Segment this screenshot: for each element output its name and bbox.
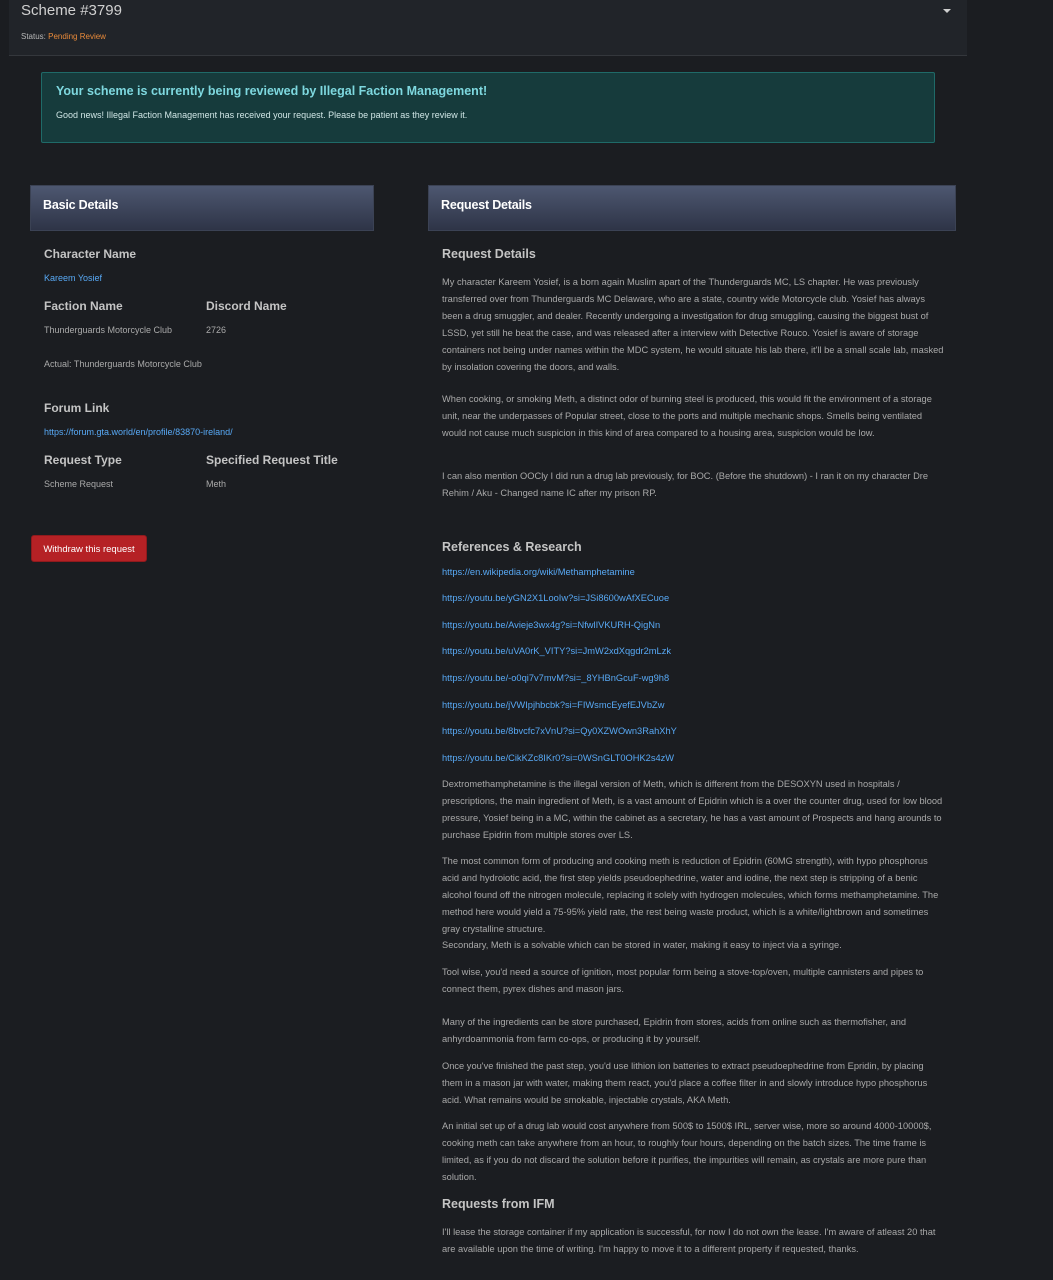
specified-title-value: Meth [206,479,227,489]
references-p3: Tool wise, you'd need a source of igniti… [442,967,924,994]
reference-link[interactable]: https://youtu.be/Avieje3wx4g?si=NfwlIVKU… [442,620,660,630]
reference-link[interactable]: https://youtu.be/CikKZc8IKr0?si=0WSnGLT0… [442,753,674,763]
reference-link[interactable]: https://youtu.be/uVA0rK_VITY?si=JmW2xdXq… [442,646,671,656]
request-details-header: Request Details [428,185,956,231]
basic-details-header: Basic Details [30,185,374,231]
reference-link[interactable]: https://youtu.be/-o0qi7v7mvM?si=_8YHBnGc… [442,673,669,683]
request-details-p3: I can also mention OOCly I did run a dru… [442,471,929,498]
references-p1: Dextromethamphetamine is the illegal ver… [442,779,943,840]
reference-link[interactable]: https://en.wikipedia.org/wiki/Methamphet… [442,567,635,577]
faction-actual-value: Actual: Thunderguards Motorcycle Club [44,359,202,369]
request-details-p2: When cooking, or smoking Meth, a distinc… [442,394,932,438]
ifm-requests-title: Requests from IFM [442,1197,555,1211]
character-name-label: Character Name [44,247,137,261]
request-details-p1: My character Kareem Yosief, is a born ag… [442,277,944,372]
references-p4: Many of the ingredients can be store pur… [442,1017,907,1044]
request-type-label: Request Type [44,453,122,467]
scheme-header: Scheme #3799 Status: Pending Review [9,0,967,56]
forum-link[interactable]: https://forum.gta.world/en/profile/83870… [44,424,233,441]
request-details-title: Request Details [442,247,536,261]
references-p2: The most common form of producing and co… [442,856,939,934]
discord-name-label: Discord Name [206,299,287,313]
status-line: Status: Pending Review [21,32,106,41]
chevron-down-icon[interactable] [943,9,951,13]
status-label: Status: [21,32,46,41]
discord-name-value: 2726 [206,325,227,335]
alert-text: Good news! Illegal Faction Management ha… [56,110,468,120]
ifm-requests-p: I'll lease the storage container if my a… [442,1227,936,1254]
reference-link[interactable]: https://youtu.be/8bvcfc7xVnU?si=Qy0XZWOw… [442,726,677,736]
references-p5: Once you've finished the past step, you'… [442,1061,928,1105]
reference-link[interactable]: https://youtu.be/jVWIpjhbcbk?si=FIWsmcEy… [442,700,664,710]
references-p6: An initial set up of a drug lab would co… [442,1121,932,1182]
references-title: References & Research [442,540,582,554]
status-badge: Pending Review [48,32,106,41]
specified-title-label: Specified Request Title [206,453,338,467]
review-alert: Your scheme is currently being reviewed … [41,72,935,143]
character-name-link[interactable]: Kareem Yosief [44,270,102,287]
forum-link-label: Forum Link [44,401,110,415]
faction-name-label: Faction Name [44,299,123,313]
reference-link[interactable]: https://youtu.be/yGN2X1LooIw?si=JSi8600w… [442,593,669,603]
scheme-title: Scheme #3799 [21,2,122,19]
withdraw-request-button[interactable]: Withdraw this request [31,535,147,562]
faction-name-value: Thunderguards Motorcycle Club [44,325,173,335]
alert-title: Your scheme is currently being reviewed … [56,84,488,98]
references-p2b: Secondary, Meth is a solvable which can … [442,940,842,950]
request-type-value: Scheme Request [44,479,114,489]
